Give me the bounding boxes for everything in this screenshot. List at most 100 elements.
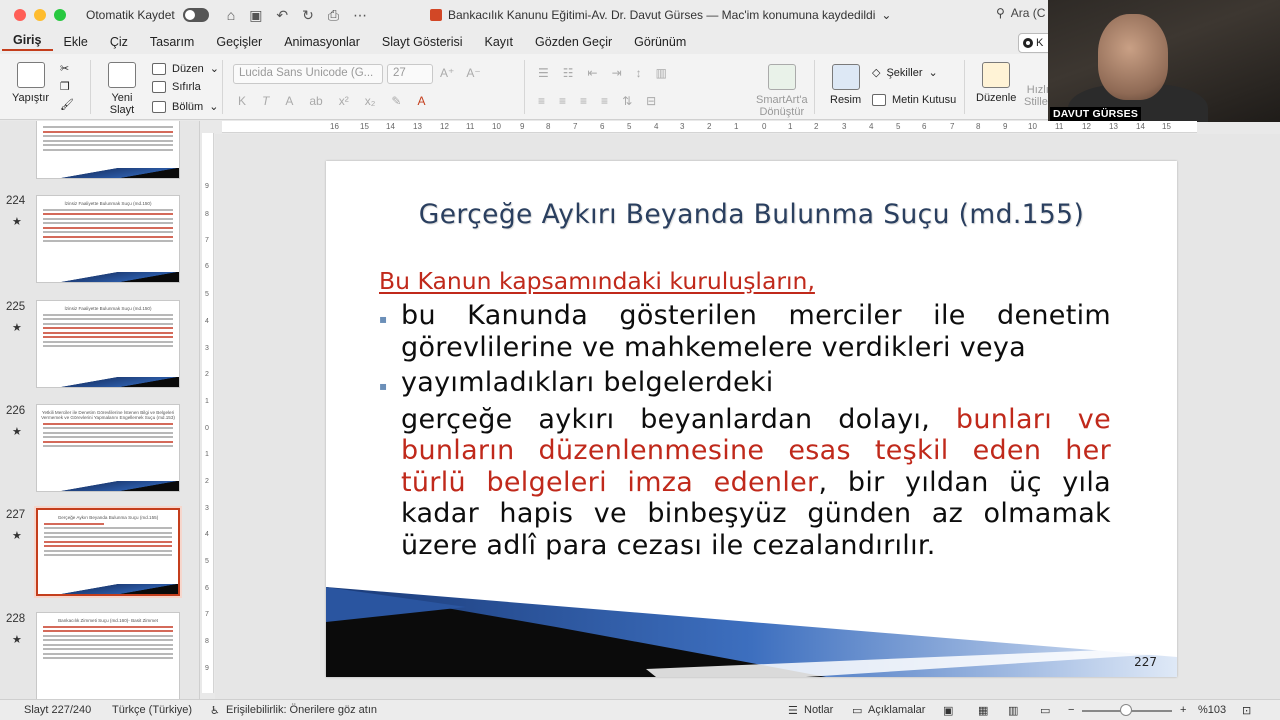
language-status[interactable]: Türkçe (Türkiye) bbox=[112, 704, 192, 716]
slide-thumbnail[interactable]: İzinsiz Faaliyette Bulunmak Suçu (md.150… bbox=[36, 300, 180, 388]
zoom-slider-handle[interactable] bbox=[1120, 704, 1132, 716]
slide-thumbnail[interactable]: Bankacılık Zimmeti Suçu (md.160)- Basit … bbox=[36, 612, 180, 699]
font-size-select[interactable]: 27 bbox=[387, 64, 433, 84]
save-icon[interactable]: ▣ bbox=[249, 7, 262, 24]
paste-button[interactable]: Yapıştır bbox=[12, 62, 49, 104]
slide-thumbnail[interactable] bbox=[36, 121, 180, 179]
tab-review[interactable]: Gözden Geçir bbox=[524, 35, 623, 49]
body-line[interactable]: kadar hapis ve binbeşyüz günden az olmam… bbox=[401, 498, 1111, 529]
strikethrough-icon[interactable]: ab bbox=[309, 94, 322, 108]
chevron-down-icon[interactable]: ⌄ bbox=[881, 8, 891, 22]
maximize-window-button[interactable] bbox=[54, 9, 66, 21]
grow-font-icon[interactable]: A⁺ bbox=[440, 66, 454, 80]
tab-design[interactable]: Tasarım bbox=[139, 35, 205, 49]
section-button[interactable]: Bölüm ⌄ bbox=[152, 100, 218, 113]
font-color-icon[interactable]: A bbox=[417, 94, 425, 108]
home-icon[interactable]: ⌂ bbox=[227, 7, 235, 24]
shapes-button[interactable]: ◇ Şekiller ⌄ bbox=[872, 66, 938, 80]
copy-icon[interactable]: ❐ bbox=[60, 80, 70, 93]
zoom-level[interactable]: %103 bbox=[1198, 704, 1226, 716]
autosave-label: Otomatik Kaydet bbox=[86, 8, 175, 22]
star-icon: ★ bbox=[12, 216, 22, 228]
format-painter-icon[interactable]: 🖌 bbox=[60, 98, 74, 111]
tab-animations[interactable]: Animasyonlar bbox=[273, 35, 371, 49]
tab-view[interactable]: Görünüm bbox=[623, 35, 697, 49]
font-format-controls: K T A ab x² x₂ ✎ A bbox=[238, 94, 425, 108]
justify-icon[interactable]: ≡ bbox=[601, 94, 608, 108]
body-line[interactable]: bunların düzenlenmesine esas teşkil eden… bbox=[401, 435, 1111, 466]
accessibility-status[interactable]: Erişilebilirlik: Önerilere göz atın bbox=[226, 704, 377, 716]
slide-heading[interactable]: Bu Kanun kapsamındaki kuruluşların, bbox=[379, 267, 815, 295]
more-icon[interactable]: ⋯ bbox=[353, 7, 367, 24]
body-line[interactable]: türlü belgeleri imza edenler, bir yıldan… bbox=[401, 467, 1111, 498]
numbering-icon[interactable]: ☷ bbox=[563, 66, 574, 80]
body-line[interactable]: gerçeğe aykırı beyanlardan dolayı, bunla… bbox=[401, 404, 1111, 435]
highlight-icon[interactable]: ✎ bbox=[391, 94, 401, 108]
decrease-indent-icon[interactable]: ⇤ bbox=[588, 66, 598, 80]
superscript-icon[interactable]: x² bbox=[339, 94, 349, 108]
zoom-in-icon[interactable]: + bbox=[1180, 704, 1186, 716]
cut-icon[interactable]: ✂ bbox=[60, 62, 69, 75]
tab-insert[interactable]: Ekle bbox=[53, 35, 99, 49]
comments-button[interactable]: Açıklamalar bbox=[868, 704, 925, 716]
text-direction-icon[interactable]: ⇅ bbox=[622, 94, 632, 108]
slide-thumbnail[interactable]: İzinsiz Faaliyette Bulunmak Suçu (md.150… bbox=[36, 195, 180, 283]
tab-transitions[interactable]: Geçişler bbox=[205, 35, 273, 49]
text-line bbox=[43, 213, 173, 215]
bold-icon[interactable]: K bbox=[238, 94, 246, 108]
font-name-select[interactable]: Lucida Sans Unicode (G... bbox=[233, 64, 383, 84]
smartart-button[interactable]: SmartArt'a Dönüştür bbox=[756, 64, 808, 118]
fit-slide-icon[interactable]: ⊡ bbox=[1242, 704, 1251, 717]
tab-draw[interactable]: Çiz bbox=[99, 35, 139, 49]
reset-icon bbox=[152, 81, 166, 93]
search-input[interactable]: Ara (C bbox=[1011, 6, 1046, 20]
layout-button[interactable]: Düzen ⌄ bbox=[152, 62, 219, 75]
redo-icon[interactable]: ↻ bbox=[302, 7, 314, 24]
body-line[interactable]: yayımladıkları belgelerdeki bbox=[401, 367, 1111, 398]
align-left-icon[interactable]: ≡ bbox=[538, 94, 545, 108]
shrink-font-icon[interactable]: A⁻ bbox=[466, 66, 480, 80]
increase-indent-icon[interactable]: ⇥ bbox=[612, 66, 622, 80]
line-spacing-icon[interactable]: ↕ bbox=[636, 66, 642, 80]
autosave-toggle[interactable] bbox=[182, 8, 209, 22]
print-icon[interactable]: ⎙ bbox=[328, 7, 339, 24]
minimize-window-button[interactable] bbox=[34, 9, 46, 21]
new-slide-button[interactable]: Yeni Slayt bbox=[108, 62, 136, 116]
reset-button[interactable]: Sıfırla bbox=[152, 81, 201, 93]
normal-view-icon[interactable]: ▣ bbox=[943, 704, 953, 717]
slideshow-icon[interactable]: ▭ bbox=[1040, 704, 1050, 717]
columns-icon[interactable]: ▥ bbox=[656, 66, 667, 80]
paste-label: Yapıştır bbox=[12, 92, 50, 104]
undo-icon[interactable]: ↶ bbox=[276, 7, 288, 24]
slide-thumbnail-pane[interactable]: 224 ★ İzinsiz Faaliyette Bulunmak Suçu (… bbox=[0, 121, 200, 699]
slide-title[interactable]: Gerçeğe Aykırı Beyanda Bulunma Suçu (md.… bbox=[326, 199, 1177, 230]
slide-thumbnail-selected[interactable]: Gerçeğe Aykırı Beyanda Bulunma Suçu (md.… bbox=[36, 508, 180, 596]
align-text-icon[interactable]: ⊟ bbox=[646, 94, 656, 108]
italic-icon[interactable]: T bbox=[262, 94, 269, 108]
tab-home[interactable]: Giriş bbox=[2, 33, 53, 51]
body-line[interactable]: görevlilerine ve mahkemelere verdikleri … bbox=[401, 332, 1111, 363]
textbox-button[interactable]: Metin Kutusu bbox=[872, 94, 956, 106]
underline-icon[interactable]: A bbox=[285, 94, 293, 108]
bullets-icon[interactable]: ☰ bbox=[538, 66, 549, 80]
slide-thumbnail[interactable]: Yetkili Merciler ile Denetim Görevlileri… bbox=[36, 404, 180, 492]
reading-view-icon[interactable]: ▥ bbox=[1008, 704, 1018, 717]
search-box[interactable]: ⚲ Ara (C bbox=[996, 6, 1045, 20]
picture-button[interactable]: Resim bbox=[830, 64, 861, 106]
close-window-button[interactable] bbox=[14, 9, 26, 21]
tab-record[interactable]: Kayıt bbox=[474, 35, 525, 49]
body-line[interactable]: üzere adlî para cezası ile cezalandırılı… bbox=[401, 530, 1111, 561]
align-right-icon[interactable]: ≡ bbox=[580, 94, 587, 108]
notes-button[interactable]: Notlar bbox=[804, 704, 833, 716]
arrange-icon bbox=[982, 62, 1011, 88]
font-size-controls: A⁺ A⁻ bbox=[440, 66, 481, 80]
layout-label: Düzen bbox=[172, 62, 204, 75]
align-center-icon[interactable]: ≡ bbox=[559, 94, 566, 108]
arrange-button[interactable]: Düzenle bbox=[976, 62, 1016, 104]
subscript-icon[interactable]: x₂ bbox=[365, 94, 376, 108]
current-slide[interactable]: Gerçeğe Aykırı Beyanda Bulunma Suçu (md.… bbox=[326, 161, 1177, 677]
slide-sorter-icon[interactable]: ▦ bbox=[978, 704, 988, 717]
tab-slideshow[interactable]: Slayt Gösterisi bbox=[371, 35, 474, 49]
zoom-out-icon[interactable]: − bbox=[1068, 704, 1074, 716]
body-line[interactable]: bu Kanunda gösterilen merciler ile denet… bbox=[401, 300, 1111, 331]
